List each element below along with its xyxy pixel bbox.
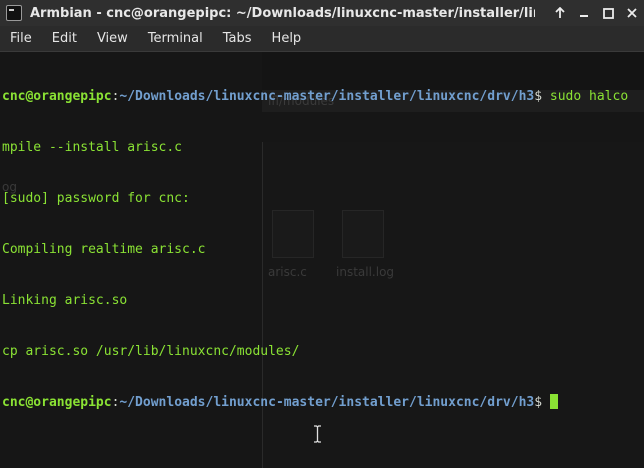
terminal-line: mpile --install arisc.c (2, 139, 628, 156)
maximize-button[interactable] (596, 0, 620, 26)
command-text-continued: mpile --install arisc.c (2, 140, 183, 155)
maximize-icon (602, 7, 614, 19)
terminal-line: cnc@orangepipc:~/Downloads/linuxcnc-mast… (2, 89, 629, 104)
output-text: Compiling realtime arisc.c (2, 242, 206, 257)
prompt-symbol: $ (534, 89, 543, 104)
prompt-user: cnc@orangepipc (2, 395, 112, 410)
terminal-line: cp arisc.so /usr/lib/linuxcnc/modules/ (2, 343, 628, 360)
ibeam-cursor-icon (313, 425, 322, 443)
minimize-icon (580, 15, 588, 17)
terminal-output[interactable]: cnc@orangepipc:~/Downloads/linuxcnc-mast… (2, 54, 628, 445)
prompt-symbol: $ (534, 395, 543, 410)
terminal-line: [sudo] password for cnc: (2, 190, 628, 207)
output-text: [sudo] password for cnc: (2, 191, 190, 206)
up-arrow-icon (555, 7, 565, 18)
prompt-user: cnc@orangepipc (2, 89, 112, 104)
close-button[interactable] (620, 0, 644, 26)
window-title: Armbian - cnc@orangepipc: ~/Downloads/li… (30, 5, 535, 21)
menu-terminal[interactable]: Terminal (138, 26, 213, 52)
output-text: cp arisc.so /usr/lib/linuxcnc/modules/ (2, 344, 300, 359)
keep-above-button[interactable] (548, 0, 572, 26)
command-text: sudo halco (542, 89, 629, 104)
terminal-line: cnc@orangepipc:~/Downloads/linuxcnc-mast… (2, 394, 628, 411)
terminal-line: Compiling realtime arisc.c (2, 241, 628, 258)
menu-view[interactable]: View (87, 26, 138, 52)
terminal-window: Armbian - cnc@orangepipc: ~/Downloads/li… (0, 0, 644, 468)
prompt-path: ~/Downloads/linuxcnc-master/installer/li… (119, 89, 535, 104)
menu-bar: File Edit View Terminal Tabs Help (0, 26, 644, 52)
terminal-area[interactable]: og ifl/modules arisc.c install.log cnc@o… (0, 52, 644, 468)
menu-tabs[interactable]: Tabs (213, 26, 262, 52)
menu-help[interactable]: Help (262, 26, 312, 52)
menu-edit[interactable]: Edit (42, 26, 87, 52)
window-controls (548, 0, 644, 26)
title-bar[interactable]: Armbian - cnc@orangepipc: ~/Downloads/li… (0, 0, 644, 26)
prompt-path: ~/Downloads/linuxcnc-master/installer/li… (119, 395, 535, 410)
minimize-button[interactable] (572, 0, 596, 26)
terminal-app-icon (6, 5, 22, 21)
close-icon (627, 8, 637, 18)
output-text: Linking arisc.so (2, 293, 128, 308)
menu-file[interactable]: File (0, 26, 42, 52)
terminal-cursor (549, 394, 558, 409)
terminal-line: Linking arisc.so (2, 292, 628, 309)
